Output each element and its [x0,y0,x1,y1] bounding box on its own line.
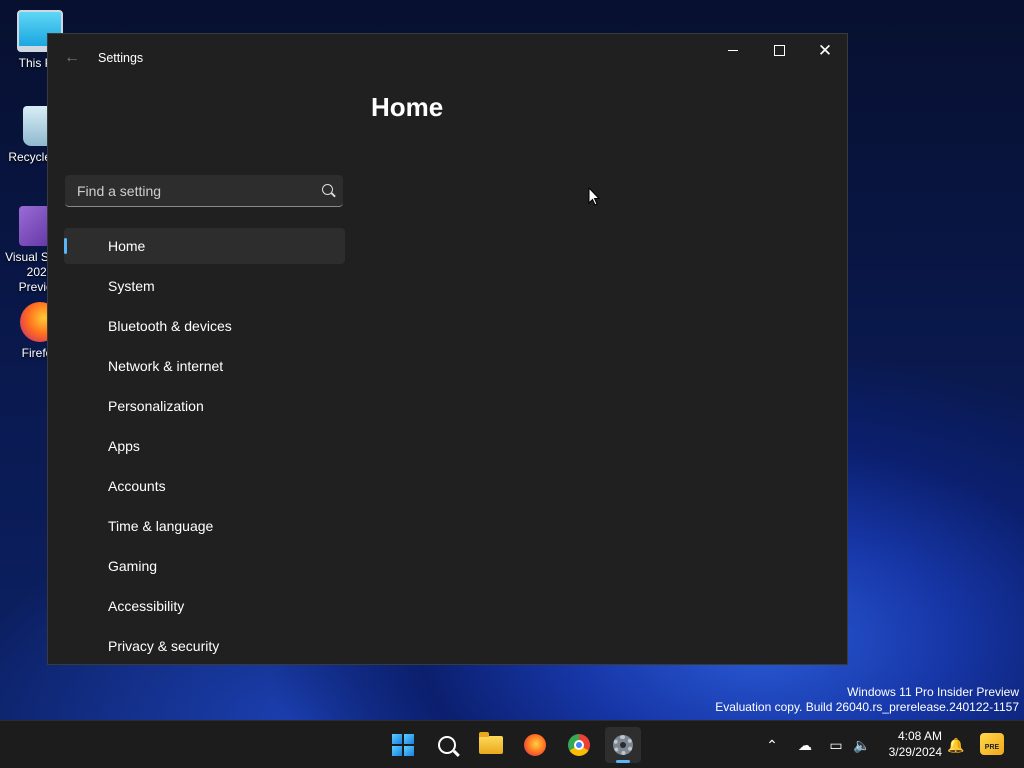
network-disconnected-icon[interactable]: ☁ [795,735,815,755]
windows-logo-icon [392,734,414,756]
sidebar-item-label: Gaming [108,558,158,574]
sidebar-item-system[interactable]: System [64,268,345,304]
maximize-icon [773,44,785,56]
volume-icon[interactable]: 🔈 [852,735,872,755]
search-box[interactable] [65,175,343,207]
maximize-button[interactable] [756,34,802,66]
minimize-button[interactable] [710,34,756,66]
taskbar-search-button[interactable] [429,727,465,763]
sidebar-item-label: System [108,278,155,294]
notification-bell-icon[interactable]: 🔔 [946,735,966,755]
sidebar-item-label: Apps [108,438,140,454]
watermark-line: Evaluation copy. Build 26040.rs_prerelea… [715,700,1019,714]
sidebar-item-label: Time & language [108,518,214,534]
firefox-button[interactable] [517,727,553,763]
firefox-icon [524,734,546,756]
evaluation-watermark: Windows 11 Pro Insider Preview Evaluatio… [715,685,1019,715]
search-icon[interactable] [322,184,333,195]
taskbar: ⌃ ☁ ▭ 🔈 4:08 AM 3/29/2024 🔔 PRE [0,720,1024,768]
title-bar[interactable]: ← Settings ✕ [48,34,847,82]
sidebar-nav: Home System Bluetooth & devices Network … [64,228,345,664]
sidebar-item-accessibility[interactable]: Accessibility [64,588,345,624]
sidebar-item-label: Bluetooth & devices [108,318,232,334]
chrome-button[interactable] [561,727,597,763]
sidebar-item-label: Privacy & security [108,638,220,654]
sidebar-item-bluetooth-devices[interactable]: Bluetooth & devices [64,308,345,344]
watermark-line: Windows 11 Pro Insider Preview [847,685,1019,699]
start-button[interactable] [385,727,421,763]
file-explorer-button[interactable] [473,727,509,763]
insider-pre-badge[interactable]: PRE [980,733,1004,755]
window-title: Settings [98,51,144,65]
sidebar-item-home[interactable]: Home [64,228,345,264]
sidebar-item-label: Accessibility [108,598,185,614]
gear-icon [613,735,633,755]
clock-date: 3/29/2024 [888,745,942,759]
clock-time: 4:08 AM [897,729,942,743]
page-title: Home [371,92,444,122]
sidebar-item-apps[interactable]: Apps [64,428,345,464]
close-button[interactable]: ✕ [802,34,847,66]
search-icon [438,736,456,754]
settings-window: ← Settings ✕ Home Home System Bluetooth … [47,33,848,665]
display-icon[interactable]: ▭ [826,735,846,755]
chevron-up-icon[interactable]: ⌃ [762,735,782,755]
folder-icon [479,732,503,754]
sidebar-item-label: Home [108,238,146,254]
minimize-icon [728,49,738,51]
search-input[interactable] [75,175,309,207]
sidebar-item-label: Accounts [108,478,166,494]
chrome-icon [568,734,590,756]
sidebar-item-time-language[interactable]: Time & language [64,508,345,544]
sidebar-item-network-internet[interactable]: Network & internet [64,348,345,384]
settings-taskbar-button[interactable] [605,727,641,763]
sidebar-item-label: Network & internet [108,358,224,374]
sidebar-item-label: Personalization [108,398,204,414]
sidebar-item-privacy-security[interactable]: Privacy & security [64,628,345,664]
sidebar-item-gaming[interactable]: Gaming [64,548,345,584]
close-icon: ✕ [817,40,833,60]
back-arrow-icon[interactable]: ← [62,48,82,68]
clock[interactable]: 4:08 AM 3/29/2024 [874,728,942,760]
sidebar-item-accounts[interactable]: Accounts [64,468,345,504]
sidebar-item-personalization[interactable]: Personalization [64,388,345,424]
